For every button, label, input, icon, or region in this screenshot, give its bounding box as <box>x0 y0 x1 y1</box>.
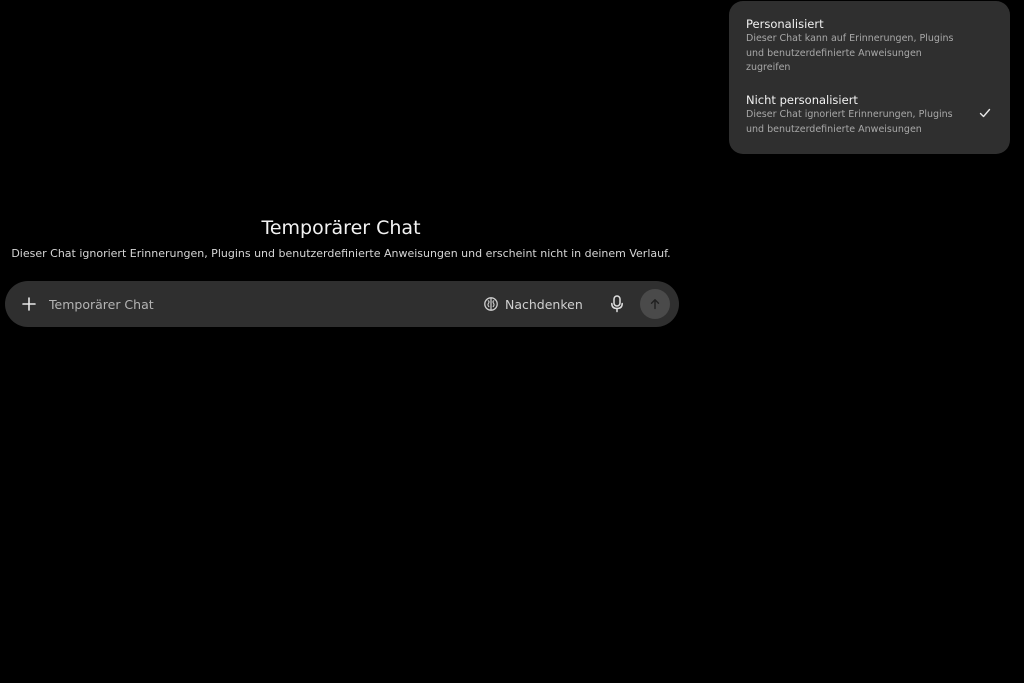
voice-input-button[interactable] <box>606 292 628 316</box>
menu-item-not-personalized[interactable]: Nicht personalisiert Dieser Chat ignorie… <box>746 93 996 137</box>
brain-icon <box>484 297 498 311</box>
menu-item-description: Dieser Chat ignoriert Erinnerungen, Plug… <box>746 109 953 135</box>
page-subtitle: Dieser Chat ignoriert Erinnerungen, Plug… <box>11 247 671 260</box>
add-attachment-button[interactable] <box>17 292 41 316</box>
message-input[interactable] <box>49 294 449 314</box>
page-title: Temporärer Chat <box>261 217 421 239</box>
think-toggle-button[interactable]: Nachdenken <box>483 292 583 316</box>
chat-composer: Nachdenken <box>5 281 679 327</box>
menu-item-description: Dieser Chat kann auf Erinnerungen, Plugi… <box>746 33 954 73</box>
menu-item-title: Nicht personalisiert <box>746 93 858 107</box>
microphone-icon <box>611 295 623 313</box>
menu-item-personalized[interactable]: Personalisiert Dieser Chat kann auf Erin… <box>746 17 996 76</box>
arrow-up-icon <box>650 299 660 310</box>
temporary-chat-page: Personalisiert Dieser Chat kann auf Erin… <box>0 0 1024 683</box>
menu-item-title: Personalisiert <box>746 17 824 31</box>
personalization-menu: Personalisiert Dieser Chat kann auf Erin… <box>729 1 1010 154</box>
think-button-label: Nachdenken <box>505 296 583 312</box>
plus-icon <box>22 297 36 311</box>
send-button[interactable] <box>640 289 670 319</box>
checkmark-icon <box>979 108 991 118</box>
